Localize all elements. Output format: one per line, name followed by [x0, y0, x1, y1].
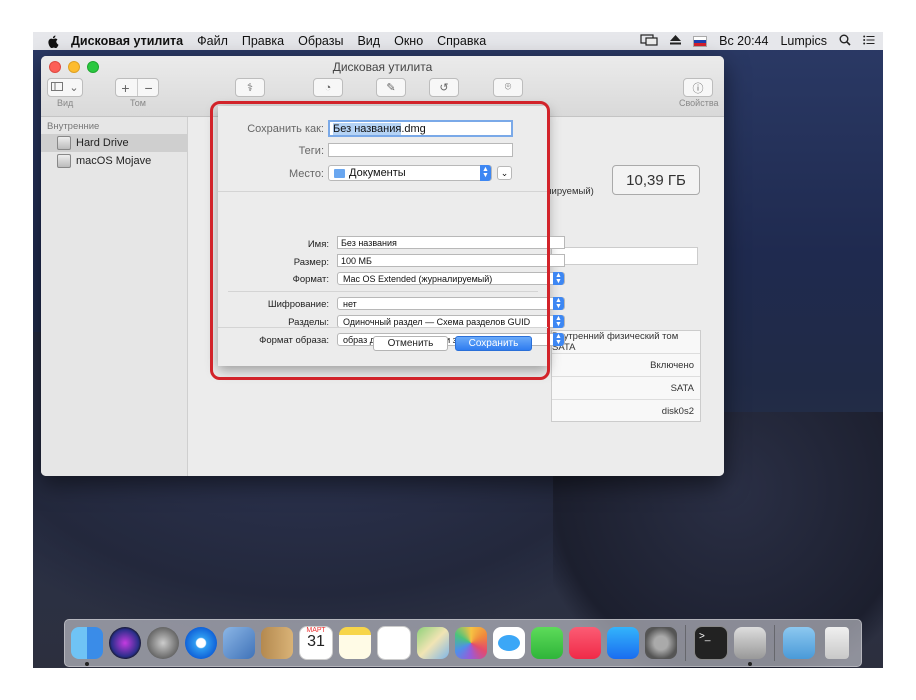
clock[interactable]: Вс 20:44 [719, 34, 768, 48]
safari-icon[interactable] [185, 627, 217, 659]
info-label: Свойства [679, 98, 719, 108]
running-indicator [748, 662, 752, 666]
minus-icon[interactable]: − [145, 80, 153, 96]
erase-icon: ✎ [386, 82, 396, 94]
calendar-icon[interactable]: МАРТ 31 [299, 626, 333, 660]
volume-info-table: Внутренний физический том SATA Включено … [551, 330, 701, 422]
partition-pie-icon: ◔ [324, 81, 332, 94]
view-label: Вид [57, 98, 74, 108]
disk-utility-icon[interactable] [734, 627, 766, 666]
menu-file[interactable]: Файл [197, 34, 228, 48]
usage-bar [551, 247, 698, 265]
first-aid-icon: ⚕ [247, 82, 253, 94]
facetime-icon[interactable] [531, 627, 563, 659]
popup-arrows-icon: ▲ ▼ [553, 333, 564, 346]
info-row-device: disk0s2 [661, 405, 694, 417]
erase-button[interactable]: ✎ [376, 78, 406, 97]
info-icon: ⓘ [692, 82, 704, 95]
divider [218, 327, 548, 328]
music-icon[interactable] [569, 627, 601, 659]
dock-separator [774, 625, 775, 661]
menu-app-name[interactable]: Дисковая утилита [71, 34, 183, 48]
user-name[interactable]: Lumpics [780, 34, 827, 48]
russian-flag-icon[interactable] [693, 35, 708, 47]
cancel-button[interactable]: Отменить [373, 336, 448, 351]
mount-icon: ⌾ [504, 81, 512, 93]
downloads-icon[interactable] [783, 627, 815, 659]
launchpad-icon[interactable] [147, 627, 179, 659]
app-store-icon[interactable] [607, 627, 639, 659]
volume-icon [57, 154, 71, 168]
sidebar: Внутренние Hard Drive macOS Mojave [41, 117, 188, 476]
menu-extras: Вс 20:44 Lumpics [640, 32, 875, 50]
system-preferences-icon[interactable] [645, 627, 677, 659]
info-row-owners: Включено [552, 354, 700, 377]
photos-icon[interactable] [455, 627, 487, 659]
terminal-icon[interactable]: >_ [694, 626, 728, 660]
apple-icon[interactable] [47, 34, 61, 48]
volume-add-remove-button[interactable]: + − [115, 78, 159, 97]
popup-arrows-icon: ▲ ▼ [553, 297, 564, 310]
calendar-day: 31 [307, 633, 325, 650]
first-aid-button[interactable]: ⚕ [235, 78, 265, 97]
reminders-icon[interactable] [377, 626, 411, 660]
mail-icon[interactable] [223, 627, 255, 659]
menu-edit[interactable]: Правка [242, 34, 284, 48]
restore-button[interactable]: ↺ [429, 78, 459, 97]
hard-drive-icon [57, 136, 71, 150]
sidebar-item-label: macOS Mojave [76, 155, 152, 167]
dock-separator [685, 625, 686, 661]
format-partial-text: лируемый) [546, 186, 594, 197]
sidebar-section-internal: Внутренние [47, 121, 100, 132]
finder-icon[interactable] [71, 627, 103, 666]
menu-window[interactable]: Окно [394, 34, 423, 48]
dock: МАРТ 31 >_ [64, 619, 862, 667]
spotlight-search-icon[interactable] [839, 34, 851, 49]
partition-button[interactable]: ◔ [313, 78, 343, 97]
mount-button[interactable]: ⌾ [493, 78, 523, 97]
trash-icon[interactable] [825, 627, 849, 659]
restore-icon: ↺ [439, 82, 449, 94]
sidebar-item-hard-drive[interactable]: Hard Drive [41, 134, 187, 152]
window-title: Дисковая утилита [332, 60, 433, 74]
menu-images[interactable]: Образы [298, 34, 343, 48]
notes-icon[interactable] [339, 627, 371, 659]
volume-label: Том [130, 98, 146, 108]
plus-icon[interactable]: + [121, 80, 129, 96]
sidebar-icon [51, 81, 64, 94]
maps-icon[interactable] [417, 627, 449, 659]
sidebar-item-macos-mojave[interactable]: macOS Mojave [41, 152, 187, 170]
info-row-type: Внутренний физический том SATA [552, 331, 700, 354]
view-toggle-button[interactable]: ⌄ [47, 78, 83, 97]
info-row-connection: SATA [552, 377, 700, 400]
notification-center-icon[interactable] [863, 34, 875, 48]
save-button[interactable]: Сохранить [455, 336, 532, 351]
menu-view[interactable]: Вид [357, 34, 380, 48]
running-indicator [85, 662, 89, 666]
capacity-display: 10,39 ГБ [612, 165, 700, 195]
info-button[interactable]: ⓘ [683, 78, 713, 97]
display-mirroring-icon[interactable] [640, 33, 658, 49]
dialog-button-row: Отменить Сохранить [218, 106, 548, 366]
popup-arrows-icon: ▲ ▼ [553, 315, 564, 328]
menu-bar: Дисковая утилита Файл Правка Образы Вид … [33, 32, 883, 50]
menu-help[interactable]: Справка [437, 34, 486, 48]
eject-icon[interactable] [670, 34, 682, 48]
contacts-icon[interactable] [261, 627, 293, 659]
chevron-down-icon: ⌄ [69, 82, 79, 94]
siri-icon[interactable] [109, 627, 141, 659]
sidebar-item-label: Hard Drive [76, 137, 129, 149]
messages-icon[interactable] [493, 627, 525, 659]
popup-arrows-icon: ▲ ▼ [553, 272, 564, 285]
